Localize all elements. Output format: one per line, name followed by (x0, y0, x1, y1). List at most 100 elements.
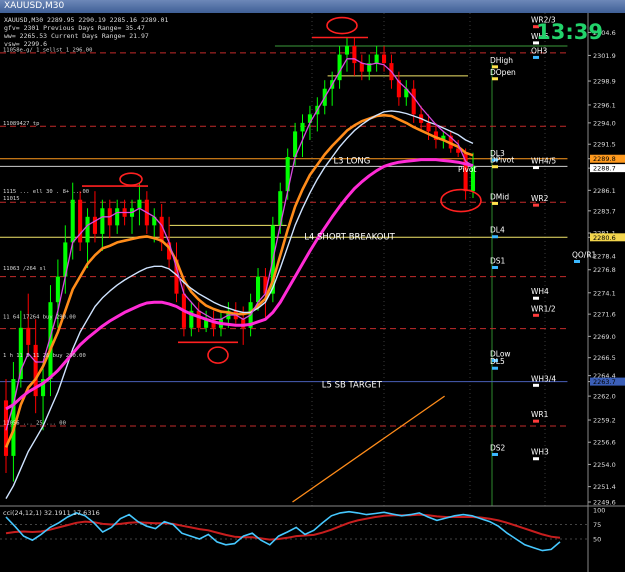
y-tick-label: 2301.9 (593, 52, 616, 60)
level-marker (533, 419, 539, 423)
oscillator-y-tick-label: 75 (593, 521, 601, 529)
y-tick-label: 2263.7 (593, 378, 616, 386)
level-marker (533, 166, 539, 170)
level-marker (533, 457, 539, 461)
y-tick-label: 2280.6 (593, 234, 616, 242)
order-label: 1115 ... ell 30 . 8+ ...00 (3, 189, 89, 195)
y-tick-label: 2274.1 (593, 289, 616, 297)
y-tick-label: 2249.6 (593, 499, 616, 507)
level-label: WH3 (531, 448, 549, 457)
oscillator-y-tick-label: 50 (593, 536, 601, 544)
level-marker (492, 452, 498, 456)
y-tick-label: 2266.5 (593, 354, 616, 362)
order-label: 11 64 17264 buy 290.00 (3, 315, 76, 321)
order-label: 11015 (3, 196, 20, 202)
candle-body (26, 327, 31, 345)
window-title: XAUUSD,M30 (4, 1, 65, 11)
level-label: WH4 (531, 287, 549, 296)
y-tick-label: 2256.6 (593, 439, 616, 447)
level-marker (533, 296, 539, 300)
level-marker (492, 165, 498, 169)
level-label: WR1/2 (531, 304, 556, 313)
level-label: WH4/5 (531, 157, 556, 166)
level-label: DHigh (490, 56, 513, 65)
level-marker (533, 313, 539, 317)
level-label: WR2 (531, 194, 549, 203)
candle-body (115, 208, 120, 226)
candle-body (344, 46, 350, 55)
level-label: OH3 (531, 46, 548, 55)
candle-body (100, 208, 105, 234)
level-label: WR1 (531, 410, 549, 419)
order-label: 11056 ... 25 ... 00 (3, 421, 66, 427)
level-marker (533, 55, 539, 59)
order-label: 1 h 11 5 11 26 buy 290.00 (3, 353, 86, 359)
candle-body (374, 54, 379, 64)
level-label: DL4 (490, 226, 505, 235)
header-line-2: gfv= 2301 Previous Days Range= 35.47 (4, 24, 145, 32)
candle-body (196, 310, 201, 328)
level-label: Pivot (458, 165, 476, 174)
candle-body (55, 276, 60, 303)
y-tick-label: 2294.0 (593, 119, 616, 127)
level-label: DMid (490, 192, 509, 201)
candle-body (137, 199, 142, 209)
y-tick-label: 2259.2 (593, 417, 616, 425)
y-tick-label: 2262.0 (593, 393, 616, 401)
header-ohlc: XAUUSD,M30 2289.95 2290.19 2285.16 2289.… (4, 16, 169, 24)
candle-body (359, 63, 364, 72)
candle-body (70, 199, 75, 243)
y-tick-label: 2286.1 (593, 187, 616, 195)
candle-body (255, 276, 261, 303)
order-label: 11058e-g/ 1 sellst 1 296.00 (3, 47, 92, 53)
candle-body (337, 54, 342, 81)
price-chart[interactable]: L3 LONGL4 SHORT BREAKOUTL5 SB TARGETWR2/… (0, 13, 625, 572)
window-titlebar: XAUUSD,M30 (0, 0, 625, 13)
y-tick-label: 2251.4 (593, 483, 616, 491)
chart-annotation-label: L3 LONG (333, 157, 370, 167)
y-tick-label: 2271.6 (593, 311, 616, 319)
clock-display: 13:39 (536, 20, 603, 44)
y-tick-label: 2298.9 (593, 78, 616, 86)
candle-body (382, 54, 387, 64)
y-tick-label: 2296.1 (593, 101, 616, 109)
candle-body (11, 379, 16, 456)
order-label: 11063 /264 sl (3, 266, 46, 272)
y-tick-label: 2278.4 (593, 253, 616, 261)
level-marker (533, 203, 539, 207)
level-marker (492, 265, 498, 269)
candle-body (352, 46, 357, 64)
header-line-3: ww= 2265.53 Current Days Range= 21.97 (4, 32, 149, 40)
oscillator-title: cci(24,12,1) 32.1911 17.6316 (3, 509, 100, 517)
level-label: WH3/4 (531, 374, 556, 383)
chart-annotation-label: L4 SHORT BREAKOUT (304, 233, 395, 243)
y-tick-label: 2276.8 (593, 266, 616, 274)
y-tick-label: 2291.5 (593, 141, 616, 149)
level-label: DS2 (490, 443, 506, 452)
candle-body (426, 122, 431, 132)
level-marker (574, 260, 580, 263)
y-tick-label: 2254.0 (593, 461, 616, 469)
level-label: DS1 (490, 256, 506, 265)
candle-body (92, 216, 97, 234)
oscillator-y-tick-label: 100 (593, 507, 605, 515)
level-label: DPivot (490, 156, 514, 165)
header-line-4: vsw= 2299.6 (4, 40, 48, 48)
level-marker (533, 383, 539, 387)
y-tick-label: 2283.7 (593, 207, 616, 215)
candle-body (411, 88, 416, 115)
level-label: DOpen (490, 68, 516, 77)
y-tick-label: 2288.7 (593, 165, 616, 173)
candle-body (300, 122, 305, 132)
order-label: 11089427 tp (3, 121, 39, 127)
header-info: XAUUSD,M30 2289.95 2290.19 2285.16 2289.… (4, 16, 168, 48)
candle-body (85, 216, 90, 243)
level-marker (492, 201, 498, 205)
y-tick-label: 2269.0 (593, 333, 616, 341)
level-marker (492, 235, 498, 239)
level-marker (492, 366, 498, 370)
chart-annotation-label: L5 SB TARGET (322, 380, 383, 390)
level-marker (492, 77, 498, 81)
y-tick-label: 2289.8 (593, 155, 616, 163)
level-label: DL5 (490, 357, 505, 366)
